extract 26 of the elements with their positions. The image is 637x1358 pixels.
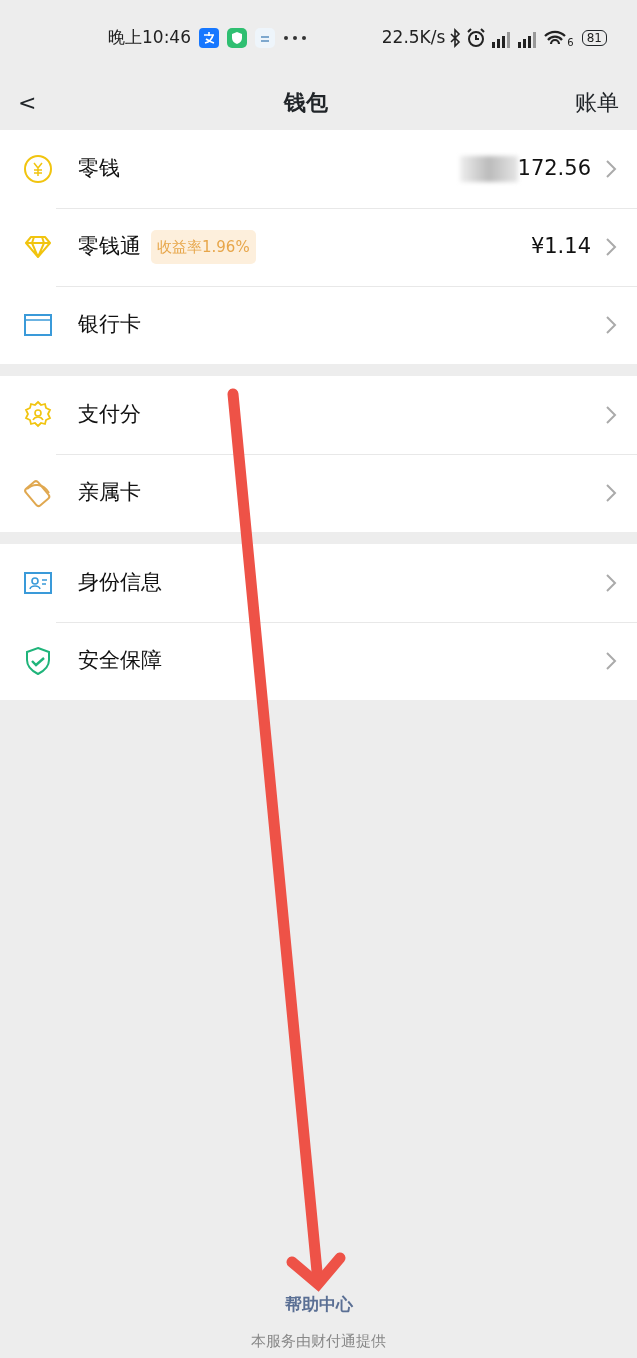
yield-tag: 收益率1.96% — [151, 229, 256, 265]
menu-row[interactable]: 零钱 172.56 — [0, 130, 637, 208]
row-label: 银行卡 — [78, 311, 141, 339]
status-time: 晚上10:46 — [108, 25, 191, 49]
row-label: 零钱 — [78, 155, 120, 183]
row-label: 安全保障 — [78, 647, 162, 675]
wifi-generation: 6 — [567, 36, 574, 51]
menu-row[interactable]: 身份信息 — [0, 544, 637, 622]
menu-row[interactable]: 安全保障 — [0, 622, 637, 700]
row-value: ¥1.14 — [530, 233, 591, 261]
service-note: 本服务由财付通提供 — [250, 1330, 387, 1352]
network-speed: 22.5K/s — [381, 25, 446, 49]
bill-link[interactable]: 账单 — [575, 86, 619, 119]
menu-row[interactable]: 支付分 — [0, 376, 637, 454]
menu-row[interactable]: 银行卡 — [0, 286, 637, 364]
help-center-link[interactable]: 帮助中心 — [0, 1292, 637, 1318]
row-label: 身份信息 — [78, 569, 162, 597]
menu-row[interactable]: 亲属卡 — [0, 454, 637, 532]
back-button[interactable]: < — [18, 86, 37, 119]
row-label: 亲属卡 — [78, 479, 141, 507]
page-title: 钱包 — [283, 89, 328, 117]
menu-row[interactable]: 零钱通 收益率1.96% ¥1.14 — [0, 208, 637, 286]
row-label: 支付分 — [78, 401, 141, 429]
battery-indicator: 81 — [581, 29, 607, 46]
row-label: 零钱通 — [78, 233, 141, 261]
row-value: 172.56 — [517, 155, 591, 183]
